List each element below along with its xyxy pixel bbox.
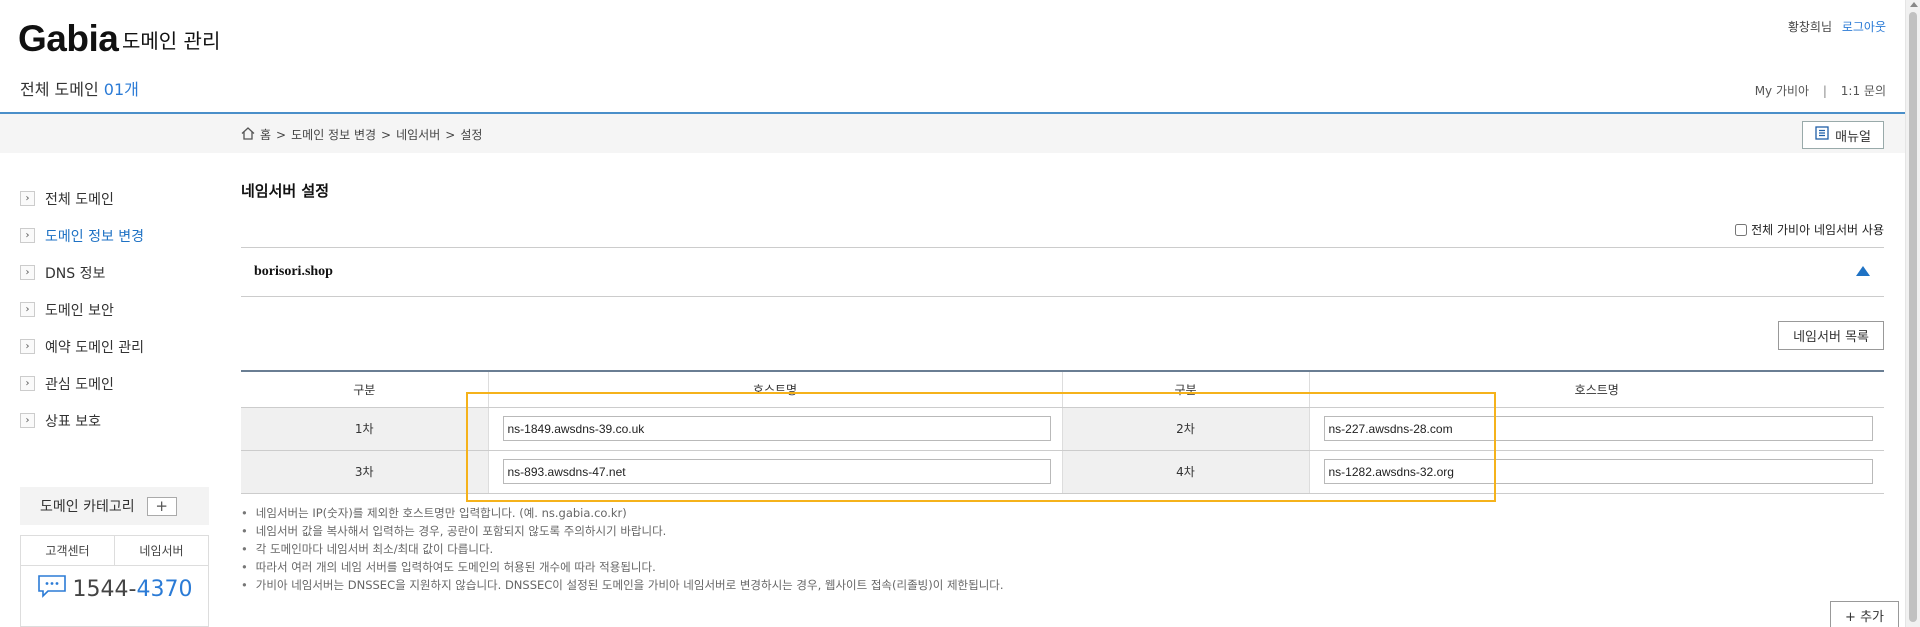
support-phone: 1544-4370 bbox=[21, 566, 208, 612]
domain-name: borisori.shop bbox=[254, 264, 333, 279]
sidebar-item-label: DNS 정보 bbox=[45, 265, 106, 282]
phone-prefix: 1544- bbox=[72, 576, 137, 602]
host-cell bbox=[1308, 450, 1884, 494]
row-label: 2차 bbox=[1061, 407, 1309, 451]
my-gabia-link[interactable]: My 가비아 bbox=[1755, 84, 1809, 98]
breadcrumb-domain-info[interactable]: 도메인 정보 변경 bbox=[291, 126, 376, 143]
sidebar-item-trademark[interactable]: › 상표 보호 bbox=[20, 402, 220, 439]
manual-button[interactable]: 매뉴얼 bbox=[1802, 121, 1884, 149]
breadcrumb-home[interactable]: 홈 bbox=[260, 126, 271, 143]
sidebar-item-label: 전체 도메인 bbox=[45, 191, 114, 208]
note-item: 따라서 여러 개의 네임 서버를 입력하여도 도메인의 허용된 개수에 따라 적… bbox=[241, 558, 1004, 576]
table-header-row: 구분 호스트명 구분 호스트명 bbox=[241, 370, 1884, 408]
total-domains-label: 전체 도메인 bbox=[20, 80, 99, 99]
add-nameserver-button[interactable]: + 추가 bbox=[1830, 601, 1899, 627]
breadcrumb: 홈 > 도메인 정보 변경 > 네임서버 > 설정 bbox=[241, 126, 482, 143]
add-category-button[interactable]: + bbox=[146, 496, 177, 516]
chat-icon bbox=[37, 574, 67, 604]
page-subtitle: 도메인 관리 bbox=[122, 29, 221, 53]
sidebar-item-dns-info[interactable]: › DNS 정보 bbox=[20, 254, 220, 291]
note-item: 각 도메인마다 네임서버 최소/최대 값이 다릅니다. bbox=[241, 540, 1004, 558]
breadcrumb-bar: 홈 > 도메인 정보 변경 > 네임서버 > 설정 매뉴얼 bbox=[0, 112, 1905, 153]
util-separator: | bbox=[1822, 84, 1827, 98]
breadcrumb-separator: > bbox=[445, 127, 456, 142]
nameserver-1-input[interactable] bbox=[502, 416, 1051, 441]
column-header: 구분 bbox=[1061, 370, 1309, 408]
table-row: 1차 2차 bbox=[241, 407, 1884, 451]
row-label: 3차 bbox=[241, 450, 488, 494]
column-header: 호스트명 bbox=[487, 370, 1062, 408]
host-cell bbox=[1308, 407, 1884, 451]
utility-links: My 가비아 | 1:1 문의 bbox=[1755, 82, 1886, 99]
sidebar-item-domain-info-change[interactable]: › 도메인 정보 변경 bbox=[20, 217, 220, 254]
sidebar-item-domain-security[interactable]: › 도메인 보안 bbox=[20, 291, 220, 328]
nameserver-3-input[interactable] bbox=[502, 459, 1051, 484]
tab-customer-center[interactable]: 고객센터 bbox=[21, 536, 115, 565]
sidebar-item-label: 상표 보호 bbox=[45, 413, 101, 430]
chevron-right-icon: › bbox=[20, 413, 35, 428]
note-item: 가비아 네임서버는 DNSSEC을 지원하지 않습니다. DNSSEC이 설정된… bbox=[241, 576, 1004, 594]
breadcrumb-separator: > bbox=[381, 127, 392, 142]
column-header: 호스트명 bbox=[1308, 370, 1884, 408]
main-content: 네임서버 설정 전체 가비아 네임서버 사용 borisori.shop 네임서… bbox=[241, 180, 1884, 494]
chevron-right-icon: › bbox=[20, 191, 35, 206]
domain-category: 도메인 카테고리 + bbox=[20, 487, 209, 525]
table-row: 3차 4차 bbox=[241, 450, 1884, 494]
domain-header[interactable]: borisori.shop bbox=[241, 247, 1884, 297]
home-icon[interactable] bbox=[241, 126, 255, 143]
row-label: 4차 bbox=[1061, 450, 1309, 494]
nameserver-notes: 네임서버는 IP(숫자)를 제외한 호스트명만 입력합니다. (예. ns.ga… bbox=[241, 504, 1004, 594]
nameserver-2-input[interactable] bbox=[1323, 416, 1873, 441]
note-item: 네임서버는 IP(숫자)를 제외한 호스트명만 입력합니다. (예. ns.ga… bbox=[241, 504, 1004, 522]
sidebar-item-watch-domains[interactable]: › 관심 도메인 bbox=[20, 365, 220, 402]
page-title: 네임서버 설정 bbox=[241, 182, 330, 200]
manual-icon bbox=[1815, 126, 1829, 144]
support-box: 고객센터 네임서버 1544-4370 bbox=[20, 535, 209, 627]
sidebar-item-label: 도메인 보안 bbox=[45, 302, 114, 319]
note-item: 네임서버 값을 복사해서 입력하는 경우, 공란이 포함되지 않도록 주의하시기… bbox=[241, 522, 1004, 540]
chevron-right-icon: › bbox=[20, 376, 35, 391]
all-gabia-nameserver-checkbox[interactable] bbox=[1735, 223, 1748, 236]
support-tabs: 고객센터 네임서버 bbox=[21, 536, 208, 566]
vertical-scrollbar[interactable] bbox=[1905, 0, 1920, 627]
sidebar-item-label: 도메인 정보 변경 bbox=[45, 228, 145, 245]
sidebar: › 전체 도메인 › 도메인 정보 변경 › DNS 정보 › 도메인 보안 ›… bbox=[20, 180, 220, 439]
total-domains: 전체 도메인 01개 bbox=[20, 76, 139, 100]
chevron-right-icon: › bbox=[20, 339, 35, 354]
all-gabia-nameserver-label: 전체 가비아 네임서버 사용 bbox=[1751, 223, 1884, 237]
host-cell bbox=[487, 407, 1062, 451]
nameserver-table: 구분 호스트명 구분 호스트명 1차 2차 3차 4차 bbox=[241, 370, 1884, 494]
collapse-triangle-icon[interactable] bbox=[1856, 266, 1870, 276]
phone-number: 1544-4370 bbox=[73, 577, 193, 602]
page: Gabia 도메인 관리 전체 도메인 01개 황창희님 로그아웃 My 가비아… bbox=[0, 0, 1920, 627]
logout-link[interactable]: 로그아웃 bbox=[1842, 20, 1886, 34]
nameserver-list-button[interactable]: 네임서버 목록 bbox=[1778, 321, 1884, 350]
row-label: 1차 bbox=[241, 407, 488, 451]
user-name: 황창희님 bbox=[1787, 20, 1832, 34]
breadcrumb-nameserver[interactable]: 네임서버 bbox=[396, 126, 440, 143]
manual-button-label: 매뉴얼 bbox=[1835, 129, 1871, 145]
user-info: 황창희님 로그아웃 bbox=[1788, 18, 1886, 35]
tab-nameserver[interactable]: 네임서버 bbox=[115, 536, 208, 565]
sidebar-item-label: 관심 도메인 bbox=[45, 376, 114, 393]
sidebar-item-all-domains[interactable]: › 전체 도메인 bbox=[20, 180, 220, 217]
nameserver-4-input[interactable] bbox=[1323, 459, 1873, 484]
sidebar-item-reserved-domains[interactable]: › 예약 도메인 관리 bbox=[20, 328, 220, 365]
breadcrumb-separator: > bbox=[276, 127, 287, 142]
domain-category-label: 도메인 카테고리 bbox=[40, 499, 135, 515]
breadcrumb-settings: 설정 bbox=[460, 128, 483, 142]
sidebar-item-label: 예약 도메인 관리 bbox=[45, 339, 145, 356]
phone-suffix: 4370 bbox=[136, 576, 193, 602]
total-domains-count[interactable]: 01개 bbox=[104, 80, 139, 99]
chevron-right-icon: › bbox=[20, 265, 35, 280]
inquiry-link[interactable]: 1:1 문의 bbox=[1841, 84, 1886, 98]
gabia-logo[interactable]: Gabia bbox=[18, 18, 119, 60]
column-header: 구분 bbox=[241, 370, 488, 408]
chevron-right-icon: › bbox=[20, 228, 35, 243]
chevron-right-icon: › bbox=[20, 302, 35, 317]
scroll-up-arrow-icon[interactable] bbox=[1910, 2, 1918, 7]
all-gabia-nameserver-option[interactable]: 전체 가비아 네임서버 사용 bbox=[1735, 221, 1884, 238]
scrollbar-thumb[interactable] bbox=[1909, 12, 1917, 622]
host-cell bbox=[487, 450, 1062, 494]
